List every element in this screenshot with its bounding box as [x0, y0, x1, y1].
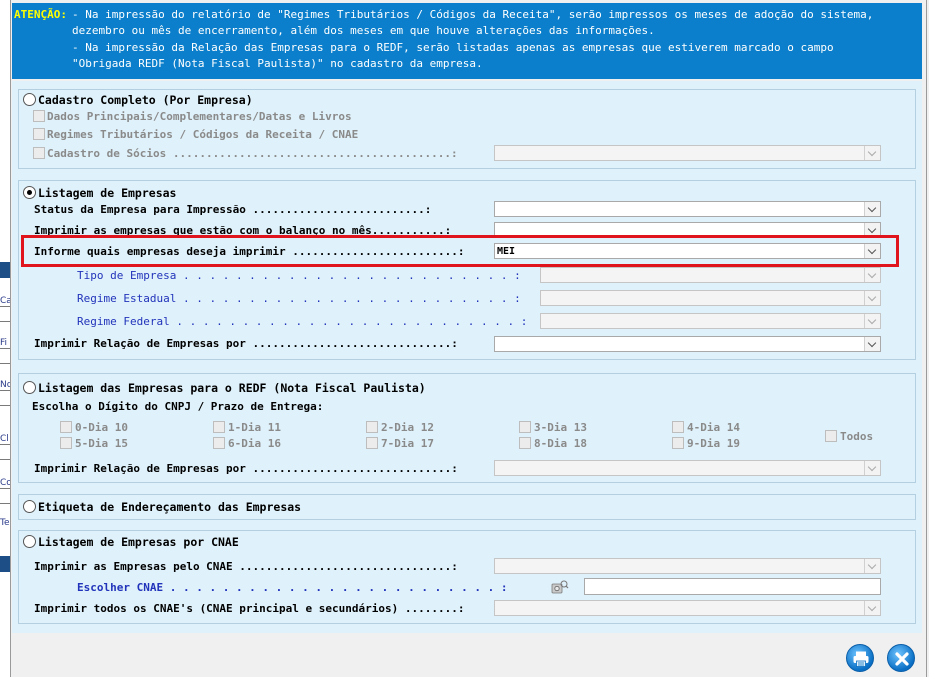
relacao-empresas-label: Imprimir Relação de Empresas por .......… — [34, 337, 458, 350]
warning-banner: ATENÇÃO: - Na impressão do relatório de … — [12, 3, 922, 79]
checkbox-digit-0[interactable] — [60, 421, 72, 433]
background-label: Cl — [0, 434, 9, 444]
chevron-down-icon — [864, 337, 880, 351]
radio-cnae[interactable] — [23, 535, 36, 548]
checkbox-cadastro-socios[interactable] — [33, 147, 45, 159]
digit-5-label: 5-Dia 15 — [75, 437, 128, 450]
warning-line-1: - Na impressão do relatório de "Regimes … — [72, 8, 874, 21]
radio-etiqueta[interactable] — [23, 500, 36, 513]
regimes-tributarios-label: Regimes Tributários / Códigos da Receita… — [47, 128, 359, 141]
escolher-cnae-label: Escolher CNAE . . . . . . . . . . . . . … — [77, 581, 508, 594]
redf-relacao-label: Imprimir Relação de Empresas por .......… — [34, 462, 458, 475]
regime-estadual-label: Regime Estadual . . . . . . . . . . . . … — [77, 292, 521, 305]
checkbox-dados-principais[interactable] — [33, 110, 45, 122]
dados-principais-label: Dados Principais/Complementares/Datas e … — [47, 110, 352, 123]
radio-cadastro-completo[interactable] — [23, 93, 36, 106]
checkbox-digit-4[interactable] — [672, 421, 684, 433]
chevron-down-icon — [864, 291, 880, 305]
status-empresa-select[interactable] — [494, 201, 881, 217]
digit-2-label: 2-Dia 12 — [381, 421, 434, 434]
chevron-down-icon — [864, 146, 880, 160]
footer-bar — [12, 633, 922, 677]
warning-line-4: "Obrigada REDF (Nota Fiscal Paulista)" n… — [72, 57, 483, 70]
digit-3-label: 3-Dia 13 — [534, 421, 587, 434]
redf-relacao-select[interactable] — [494, 460, 881, 476]
regime-federal-select[interactable] — [540, 313, 881, 329]
digit-1-label: 1-Dia 11 — [228, 421, 281, 434]
warning-line-3: - Na impressão da Relação das Empresas p… — [72, 41, 834, 54]
cadastro-socios-label: Cadastro de Sócios .....................… — [47, 147, 458, 160]
digit-9-label: 9-Dia 19 — [687, 437, 740, 450]
redf-title: Listagem das Empresas para o REDF (Nota … — [38, 381, 426, 395]
etiqueta-title: Etiqueta de Endereçamento das Empresas — [38, 500, 302, 514]
cnae-todos-label: Imprimir todos os CNAE's (CNAE principal… — [34, 602, 465, 615]
tipo-empresa-label: Tipo de Empresa . . . . . . . . . . . . … — [77, 269, 521, 282]
todos-label: Todos — [840, 430, 874, 443]
tipo-empresa-select[interactable] — [540, 267, 881, 283]
cnae-pelo-label: Imprimir as Empresas pelo CNAE .........… — [34, 560, 458, 573]
print-button[interactable] — [846, 644, 874, 672]
chevron-down-icon — [864, 461, 880, 475]
checkbox-regimes-tributarios[interactable] — [33, 128, 45, 140]
warning-label: ATENÇÃO: — [14, 8, 67, 21]
checkbox-digit-9[interactable] — [672, 437, 684, 449]
checkbox-digit-5[interactable] — [60, 437, 72, 449]
highlight-box — [21, 235, 899, 267]
checkbox-digit-2[interactable] — [366, 421, 378, 433]
checkbox-digit-3[interactable] — [519, 421, 531, 433]
escolher-cnae-input[interactable] — [584, 578, 881, 595]
checkbox-digit-1[interactable] — [213, 421, 225, 433]
regime-estadual-select[interactable] — [540, 290, 881, 306]
checkbox-digit-6[interactable] — [213, 437, 225, 449]
cnae-pelo-select[interactable] — [494, 558, 881, 574]
cadastro-socios-select[interactable] — [494, 145, 881, 161]
cnae-todos-select[interactable] — [494, 600, 881, 616]
chevron-down-icon — [864, 314, 880, 328]
digit-6-label: 6-Dia 16 — [228, 437, 281, 450]
checkbox-todos[interactable] — [825, 430, 837, 442]
radio-redf[interactable] — [23, 381, 36, 394]
close-icon — [895, 652, 909, 666]
checkbox-digit-8[interactable] — [519, 437, 531, 449]
digit-8-label: 8-Dia 18 — [534, 437, 587, 450]
digit-4-label: 4-Dia 14 — [687, 421, 740, 434]
chevron-down-icon — [864, 268, 880, 282]
relacao-empresas-select[interactable] — [494, 336, 881, 352]
cadastro-completo-title: Cadastro Completo (Por Empresa) — [38, 93, 253, 107]
digit-7-label: 7-Dia 17 — [381, 437, 434, 450]
cnae-title: Listagem de Empresas por CNAE — [38, 535, 239, 549]
printer-icon — [853, 651, 869, 667]
chevron-down-icon — [864, 202, 880, 216]
search-gear-icon[interactable] — [551, 580, 569, 594]
listagem-empresas-title: Listagem de Empresas — [38, 186, 177, 200]
chevron-down-icon — [864, 559, 880, 573]
digito-cnpj-label: Escolha o Dígito do CNPJ / Prazo de Entr… — [32, 400, 324, 413]
regime-federal-label: Regime Federal . . . . . . . . . . . . .… — [77, 315, 528, 328]
chevron-down-icon — [864, 601, 880, 615]
radio-listagem-empresas[interactable] — [23, 186, 36, 199]
background-label: Te — [0, 518, 10, 528]
background-label: Fi — [0, 338, 8, 348]
warning-line-2: dezembro ou mês de encerramento, além do… — [72, 24, 655, 37]
digit-0-label: 0-Dia 10 — [75, 421, 128, 434]
status-empresa-label: Status da Empresa para Impressão .......… — [34, 203, 432, 216]
close-button[interactable] — [887, 644, 915, 672]
checkbox-digit-7[interactable] — [366, 437, 378, 449]
